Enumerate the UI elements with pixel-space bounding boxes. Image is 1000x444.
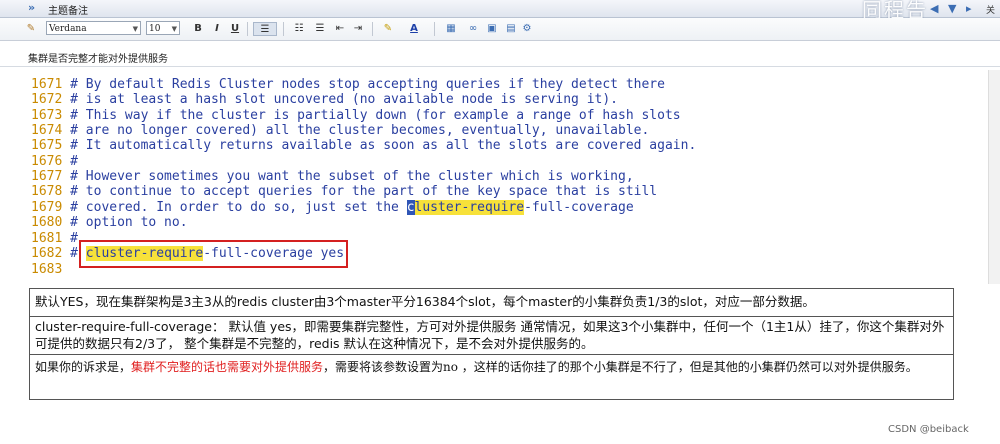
explanation-text: 如果你的诉求是，集群不完整的话也需要对外提供服务，需要将该参数设置为no ，这样…: [35, 360, 918, 374]
code-line: 1680 # option to no.: [31, 215, 188, 230]
code-line: 1672 # is at least a hash slot uncovered…: [31, 92, 619, 107]
indent-icon[interactable]: ⇥: [351, 22, 365, 36]
code-line: 1676 #: [31, 154, 78, 169]
explanation-row: 默认YES，现在集群架构是3主3从的redis cluster由3个master…: [30, 289, 953, 317]
code-line: 1674 # are no longer covered) all the cl…: [31, 123, 650, 138]
italic-button[interactable]: I: [211, 22, 223, 36]
bold-button[interactable]: B: [192, 22, 204, 36]
panel-title: 主题备注: [48, 6, 88, 17]
table-icon[interactable]: ▦: [441, 22, 461, 36]
align-left-icon[interactable]: ☰: [253, 22, 277, 36]
code-line: 1679 # covered. In order to do so, just …: [31, 200, 634, 215]
collapse-chevron-icon[interactable]: »: [28, 1, 35, 14]
underline-button[interactable]: U: [229, 22, 241, 36]
font-size-select[interactable]: 10 ▼: [146, 21, 180, 35]
code-line: 1673 # This way if the cluster is partia…: [31, 108, 681, 123]
numbered-list-icon[interactable]: ☷: [289, 22, 309, 36]
image-icon[interactable]: ▣: [485, 22, 499, 36]
font-size-value: 10: [149, 24, 161, 34]
link-icon[interactable]: ∞: [466, 22, 480, 36]
chevron-down-icon: ▼: [171, 25, 177, 33]
explanation-box: 默认YES，现在集群架构是3主3从的redis cluster由3个master…: [29, 288, 954, 400]
code-line: 1678 # to continue to accept queries for…: [31, 184, 658, 199]
explanation-text: cluster-require-full-coverage： 默认值 yes，即…: [35, 319, 945, 351]
code-line: 1681 #: [31, 231, 78, 246]
font-color-icon[interactable]: A: [404, 22, 424, 36]
note-label: 集群是否完整才能对外提供服务: [28, 54, 168, 65]
vertical-scrollbar[interactable]: [988, 70, 1000, 284]
pin-icon[interactable]: ▸: [966, 2, 972, 15]
explanation-row: cluster-require-full-coverage： 默认值 yes，即…: [30, 317, 953, 355]
toolbar-divider: [434, 22, 435, 36]
toolbar-divider: [372, 22, 373, 36]
code-line: 1675 # It automatically returns availabl…: [31, 138, 697, 153]
attachment-icon[interactable]: ▤: [504, 22, 518, 36]
outdent-icon[interactable]: ⇤: [333, 22, 347, 36]
explanation-text: 默认YES，现在集群架构是3主3从的redis cluster由3个master…: [35, 294, 815, 309]
highlight-color-icon[interactable]: ✎: [378, 22, 398, 36]
annotation-red-box: [79, 240, 348, 268]
explanation-row: 如果你的诉求是，集群不完整的话也需要对外提供服务，需要将该参数设置为no ，这样…: [30, 355, 953, 399]
font-family-select[interactable]: Verdana ▼: [46, 21, 141, 35]
format-painter-icon[interactable]: ✎: [24, 22, 38, 36]
text-cursor-selection: c: [406, 200, 415, 215]
emphasis-text: 集群不完整的话也需要对外提供服务: [131, 360, 324, 374]
code-line: 1671 # By default Redis Cluster nodes st…: [31, 77, 665, 92]
code-line: 1683: [31, 262, 63, 277]
font-family-value: Verdana: [49, 24, 87, 34]
forward-arrow-icon[interactable]: ▼: [948, 2, 956, 15]
bullet-list-icon[interactable]: ☰: [313, 22, 327, 36]
chevron-down-icon: ▼: [132, 25, 138, 33]
back-arrow-icon[interactable]: ◀: [930, 2, 938, 15]
toolbar-divider: [247, 22, 248, 36]
note-label-bar: 集群是否完整才能对外提供服务: [0, 41, 1000, 67]
more-icon[interactable]: ⚙: [520, 22, 534, 36]
formatting-toolbar: ✎ Verdana ▼ 10 ▼ B I U ☰ ☷ ☰ ⇤ ⇥ ✎ A ▦ ∞ ▣…: [0, 18, 1000, 41]
title-bar: » 主题备注 同程告 ◀ ▼ ▸ 关闭: [0, 0, 1000, 29]
toolbar-divider: [283, 22, 284, 36]
code-line: 1677 # However sometimes you want the su…: [31, 169, 634, 184]
search-highlight: luster-require: [414, 200, 525, 215]
csdn-credit: CSDN @beiback: [888, 424, 969, 435]
